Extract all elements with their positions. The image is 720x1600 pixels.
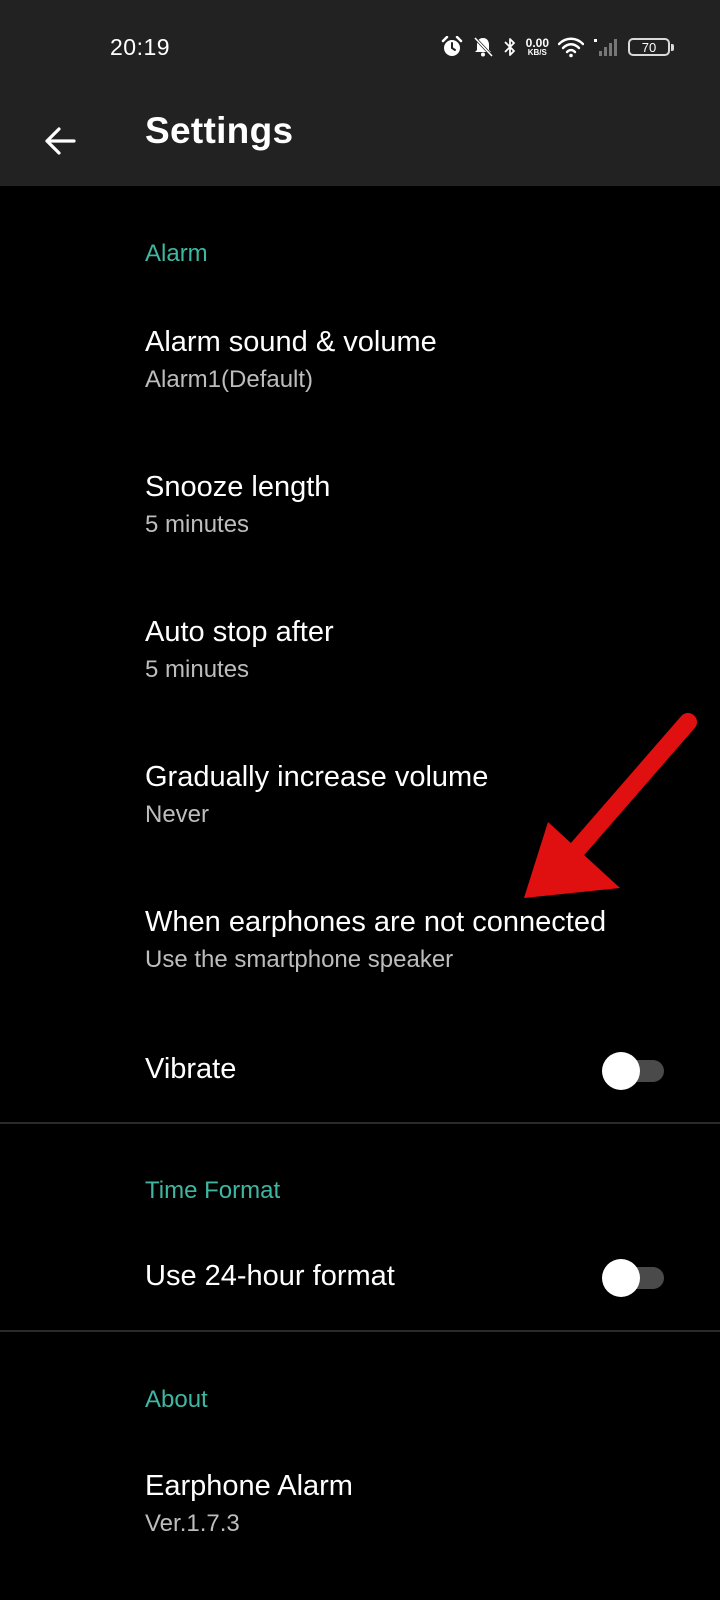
setting-subtitle: 5 minutes bbox=[145, 511, 250, 538]
net-speed: 0.00 KB/S bbox=[526, 37, 549, 57]
toggle-thumb bbox=[602, 1259, 640, 1297]
setting-subtitle: 5 minutes bbox=[145, 656, 250, 683]
setting-use-24-hour[interactable]: Use 24-hour format bbox=[0, 1228, 720, 1328]
section-header-alarm: Alarm bbox=[145, 240, 208, 267]
setting-title: Auto stop after bbox=[145, 616, 334, 648]
battery-icon: 70 bbox=[628, 38, 674, 56]
setting-title: Use 24-hour format bbox=[145, 1260, 395, 1292]
section-header-about: About bbox=[145, 1386, 208, 1413]
status-bar: 20:19 0.00 KB/S 70 bbox=[0, 0, 720, 96]
divider bbox=[0, 1122, 720, 1124]
arrow-left-icon bbox=[45, 127, 76, 155]
use-24-hour-toggle[interactable] bbox=[602, 1259, 666, 1297]
app-version: Ver.1.7.3 bbox=[145, 1510, 240, 1537]
setting-about-app[interactable]: Earphone Alarm Ver.1.7.3 bbox=[0, 1444, 720, 1564]
back-button[interactable] bbox=[30, 111, 90, 171]
setting-snooze-length[interactable]: Snooze length 5 minutes bbox=[0, 445, 720, 565]
wifi-icon bbox=[558, 37, 584, 58]
vibrate-toggle[interactable] bbox=[602, 1052, 666, 1090]
annotation-arrow-icon bbox=[524, 713, 697, 898]
setting-title: Snooze length bbox=[145, 471, 331, 503]
setting-alarm-sound[interactable]: Alarm sound & volume Alarm1(Default) bbox=[0, 300, 720, 420]
setting-subtitle: Never bbox=[145, 801, 210, 828]
setting-auto-stop[interactable]: Auto stop after 5 minutes bbox=[0, 590, 720, 710]
status-time: 20:19 bbox=[110, 34, 171, 60]
toggle-thumb bbox=[602, 1052, 640, 1090]
net-speed-unit: KB/S bbox=[527, 48, 547, 57]
page-title: Settings bbox=[145, 110, 294, 151]
section-header-time-format: Time Format bbox=[145, 1177, 281, 1204]
setting-vibrate[interactable]: Vibrate bbox=[0, 1020, 720, 1120]
bluetooth-icon bbox=[504, 38, 515, 56]
divider bbox=[0, 1330, 720, 1332]
status-icons: 0.00 KB/S 70 bbox=[441, 32, 674, 62]
app-name: Earphone Alarm bbox=[145, 1470, 353, 1502]
alarm-icon bbox=[441, 36, 462, 56]
setting-title: When earphones are not connected bbox=[145, 906, 607, 938]
setting-subtitle: Use the smartphone speaker bbox=[145, 946, 454, 973]
setting-subtitle: Alarm1(Default) bbox=[145, 366, 314, 393]
setting-title: Vibrate bbox=[145, 1053, 237, 1085]
mute-bell-icon bbox=[473, 36, 493, 58]
signal-icon bbox=[594, 39, 617, 56]
battery-level: 70 bbox=[641, 39, 657, 55]
app-bar bbox=[0, 96, 720, 186]
setting-title: Alarm sound & volume bbox=[145, 326, 437, 358]
setting-title: Gradually increase volume bbox=[145, 761, 489, 793]
